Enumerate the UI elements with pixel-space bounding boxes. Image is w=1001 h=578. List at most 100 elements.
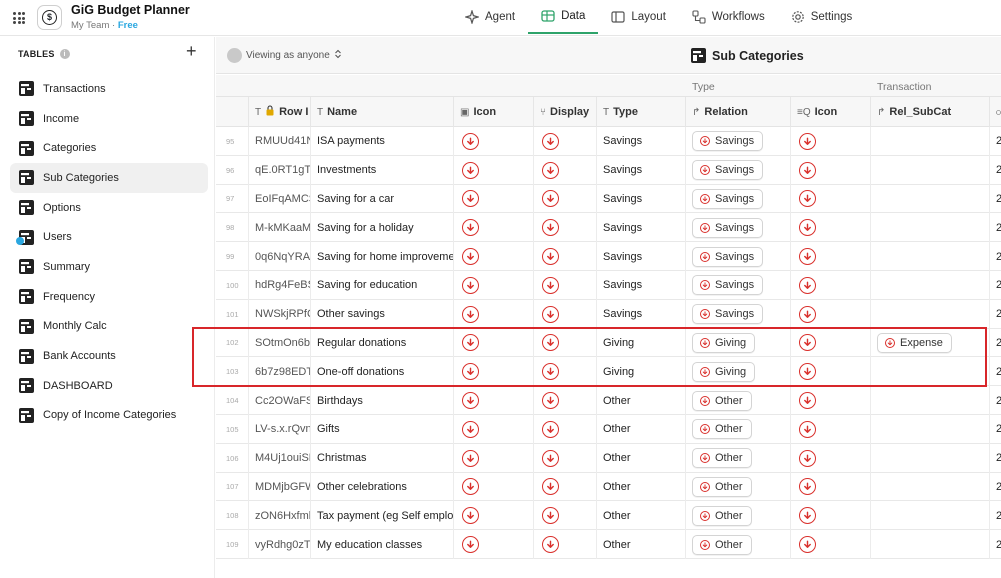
relation-cell[interactable]: Giving [685, 357, 790, 387]
name-cell[interactable]: Regular donations [310, 328, 453, 358]
relation-chip[interactable]: Other [692, 419, 752, 440]
type-cell[interactable]: Other [596, 386, 685, 415]
row-id-cell[interactable]: zON6Hxfml [248, 501, 310, 531]
tab-data[interactable]: Data [528, 0, 599, 34]
sidebar-item-transactions[interactable]: Transactions [10, 74, 208, 104]
relation-icon-cell[interactable] [790, 386, 870, 415]
row-id-cell[interactable]: 0q6NqYRAS [248, 242, 310, 271]
icon-cell[interactable] [453, 443, 533, 473]
display-cell[interactable] [533, 443, 596, 473]
type-cell[interactable]: Giving [596, 328, 685, 358]
relation-chip[interactable]: Other [692, 390, 752, 411]
name-cell[interactable]: Investments [310, 155, 453, 185]
tab-settings[interactable]: Settings [778, 0, 866, 34]
display-cell[interactable] [533, 357, 596, 387]
type-cell[interactable]: Savings [596, 127, 685, 156]
rel-subcat-cell[interactable] [870, 271, 989, 300]
name-cell[interactable]: Saving for home improveme [310, 242, 453, 271]
column-header-icon[interactable]: ▣ Icon [453, 97, 533, 127]
table-row[interactable]: 100 hdRg4FeBS Saving for education Savings S… [216, 271, 1001, 300]
display-cell[interactable] [533, 271, 596, 300]
relation-icon-cell[interactable] [790, 299, 870, 329]
icon-cell[interactable] [453, 299, 533, 329]
rel-subcat-cell[interactable] [870, 415, 989, 444]
display-cell[interactable] [533, 501, 596, 531]
relation-icon-cell[interactable] [790, 328, 870, 358]
add-table-button[interactable]: + [186, 42, 197, 60]
relation-cell[interactable]: Savings [685, 127, 790, 156]
overflow-cell[interactable]: 2 [989, 501, 1001, 531]
sidebar-item-dashboard[interactable]: DASHBOARD [10, 371, 208, 401]
icon-cell[interactable] [453, 530, 533, 559]
display-cell[interactable] [533, 184, 596, 214]
relation-cell[interactable]: Savings [685, 299, 790, 329]
overflow-cell[interactable]: 2 [989, 242, 1001, 271]
overflow-cell[interactable]: 2 [989, 472, 1001, 502]
rel-subcat-cell[interactable] [870, 443, 989, 473]
type-cell[interactable]: Savings [596, 242, 685, 271]
icon-cell[interactable] [453, 357, 533, 387]
type-cell[interactable]: Savings [596, 184, 685, 214]
overflow-cell[interactable]: 2 [989, 386, 1001, 415]
relation-cell[interactable]: Other [685, 415, 790, 444]
relation-chip[interactable]: Other [692, 505, 752, 526]
relation-chip[interactable]: Savings [692, 188, 764, 209]
overflow-cell[interactable]: 2 [989, 299, 1001, 329]
overflow-cell[interactable]: 2 [989, 213, 1001, 243]
relation-chip[interactable]: Savings [692, 131, 764, 152]
name-cell[interactable]: Other savings [310, 299, 453, 329]
icon-cell[interactable] [453, 415, 533, 444]
sidebar-item-income[interactable]: Income [10, 104, 208, 134]
relation-cell[interactable]: Other [685, 386, 790, 415]
sidebar-item-bank-accounts[interactable]: Bank Accounts [10, 341, 208, 371]
icon-cell[interactable] [453, 184, 533, 214]
type-cell[interactable]: Savings [596, 299, 685, 329]
table-row[interactable]: 104 Cc2OWaFSBirthdays Other Other 2 [216, 386, 1001, 415]
relation-chip[interactable]: Savings [692, 246, 764, 267]
table-row[interactable]: 98 M-kMKaaM Saving for a holiday Savings Sav… [216, 213, 1001, 243]
type-cell[interactable]: Other [596, 443, 685, 473]
relation-icon-cell[interactable] [790, 213, 870, 243]
overflow-cell[interactable]: 2 [989, 127, 1001, 156]
rel-subcat-cell[interactable] [870, 213, 989, 243]
relation-icon-cell[interactable] [790, 271, 870, 300]
name-cell[interactable]: Christmas [310, 443, 453, 473]
overflow-cell[interactable]: 2 [989, 357, 1001, 387]
type-cell[interactable]: Other [596, 530, 685, 559]
table-row[interactable]: 102 SOtmOn6bTRegular donations Giving Givin… [216, 328, 1001, 358]
rel-subcat-cell[interactable] [870, 472, 989, 502]
column-header-type[interactable]: T Type [596, 97, 685, 127]
icon-cell[interactable] [453, 328, 533, 358]
relation-chip[interactable]: Other [692, 534, 752, 555]
sidebar-item-summary[interactable]: Summary [10, 252, 208, 282]
relation-cell[interactable]: Savings [685, 184, 790, 214]
relation-cell[interactable]: Savings [685, 242, 790, 271]
relation-chip[interactable]: Savings [692, 217, 764, 238]
display-cell[interactable] [533, 328, 596, 358]
table-row[interactable]: 97 EoIFqAMCSSaving for a car Savings Saving… [216, 184, 1001, 214]
table-row[interactable]: 106 M4Uj1ouiSFChristmas Other Other 2 [216, 443, 1001, 473]
rel-subcat-cell[interactable] [870, 299, 989, 329]
column-header-relation[interactable]: ↱ Relation [685, 97, 790, 127]
name-cell[interactable]: Saving for a car [310, 184, 453, 214]
icon-cell[interactable] [453, 242, 533, 271]
rel-subcat-cell[interactable] [870, 242, 989, 271]
sidebar-item-categories[interactable]: Categories [10, 133, 208, 163]
display-cell[interactable] [533, 242, 596, 271]
relation-icon-cell[interactable] [790, 530, 870, 559]
relation-chip[interactable]: Giving [692, 332, 756, 353]
name-cell[interactable]: Gifts [310, 415, 453, 444]
relation-icon-cell[interactable] [790, 184, 870, 214]
sidebar-item-sub-categories[interactable]: Sub Categories [10, 163, 208, 193]
rel-subcat-cell[interactable] [870, 155, 989, 185]
table-row[interactable]: 108 zON6Hxfml Tax payment (eg Self emplo Ot… [216, 501, 1001, 531]
display-cell[interactable] [533, 386, 596, 415]
relation-icon-cell[interactable] [790, 472, 870, 502]
icon-cell[interactable] [453, 271, 533, 300]
icon-cell[interactable] [453, 213, 533, 243]
sidebar-item-copy-of-income-categories[interactable]: Copy of Income Categories [10, 401, 208, 431]
rel-subcat-cell[interactable] [870, 357, 989, 387]
relation-chip[interactable]: Other [692, 476, 752, 497]
table-row[interactable]: 101 NWSkjRPfQOther savings Savings Savings 2 [216, 299, 1001, 329]
name-cell[interactable]: Saving for a holiday [310, 213, 453, 243]
